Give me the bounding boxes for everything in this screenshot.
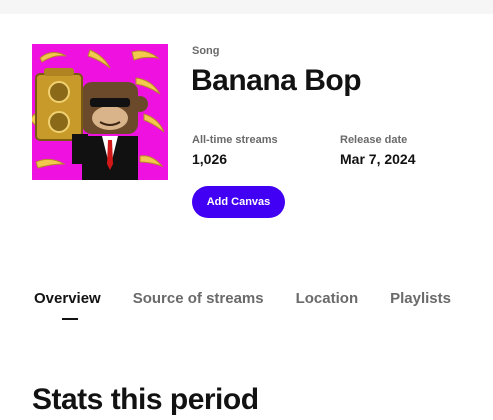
release-date-label: Release date (340, 134, 408, 146)
monkey-artwork-image (32, 44, 168, 180)
stats-section-heading: Stats this period (32, 383, 259, 416)
active-tab-indicator (62, 318, 78, 320)
tab-playlists-label: Playlists (390, 290, 451, 307)
item-type-label: Song (192, 45, 220, 57)
song-cover-art (32, 44, 168, 180)
tab-location-label: Location (295, 290, 359, 307)
add-canvas-button[interactable]: Add Canvas (192, 186, 285, 218)
tab-playlists[interactable]: Playlists (390, 290, 451, 330)
tab-location[interactable]: Location (296, 290, 359, 330)
tab-overview-label: Overview (34, 290, 101, 307)
tab-source-of-streams-label: Source of streams (132, 290, 264, 307)
release-date-value: Mar 7, 2024 (340, 151, 416, 167)
all-time-streams-label: All-time streams (192, 134, 278, 146)
stats-tabs: Overview Source of streams Location Play… (34, 290, 483, 330)
top-bar (0, 0, 493, 14)
tab-overview[interactable]: Overview (34, 290, 101, 330)
song-title: Banana Bop (191, 64, 362, 97)
tab-source-of-streams[interactable]: Source of streams (133, 290, 264, 330)
all-time-streams-value: 1,026 (192, 151, 228, 167)
